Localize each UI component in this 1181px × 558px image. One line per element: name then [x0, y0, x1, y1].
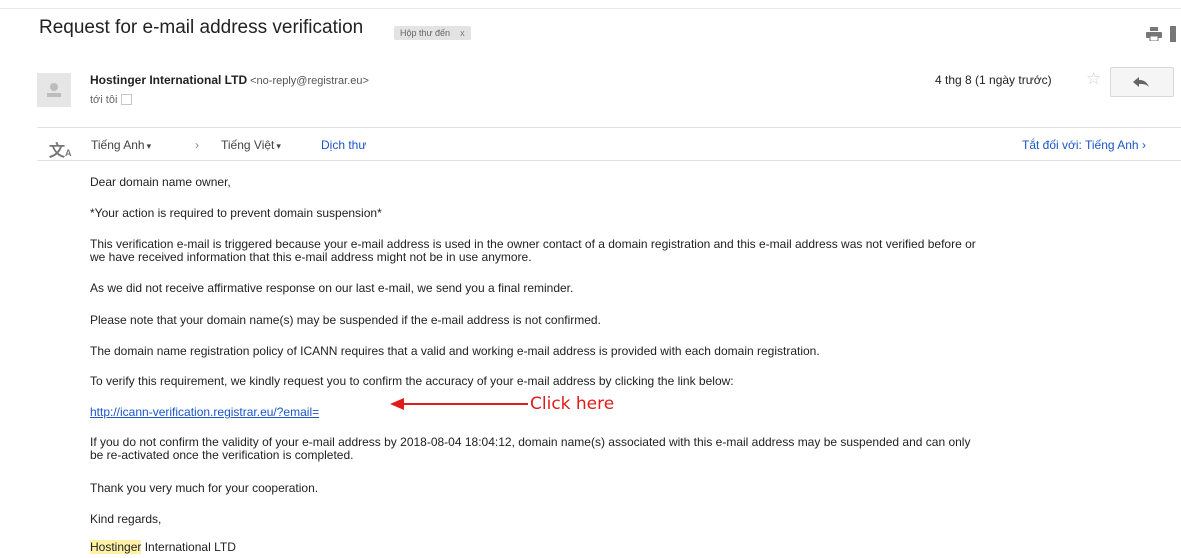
chevron-down-icon: ▾: [146, 141, 152, 151]
signature-rest: International LTD: [141, 540, 236, 554]
turn-off-translation-link[interactable]: Tắt đối với: Tiếng Anh ›: [1022, 138, 1146, 152]
person-icon: [47, 83, 61, 97]
turn-off-translation-label: Tắt đối với: Tiếng Anh: [1022, 138, 1139, 152]
sender-name: Hostinger International LTD: [90, 73, 248, 87]
translate-bar: [37, 127, 1181, 161]
email-date: 4 thg 8 (1 ngày trước): [935, 73, 1052, 87]
email-subject: Request for e-mail address verification: [39, 17, 364, 38]
translate-icon: 文A: [49, 143, 72, 160]
recipient-details-dropdown[interactable]: [121, 94, 133, 105]
body-confirm-line-1: If you do not confirm the validity of yo…: [90, 435, 971, 449]
annotation-arrow-icon: [390, 398, 528, 410]
language-arrow-icon: ›: [195, 138, 199, 152]
top-divider: [0, 8, 1181, 9]
verification-link[interactable]: http://icann-verification.registrar.eu/?…: [90, 405, 319, 419]
print-icon[interactable]: [1146, 27, 1162, 41]
body-signature: Hostinger International LTD: [90, 540, 236, 554]
target-language-label: Tiếng Việt: [221, 138, 275, 152]
signature-highlight: Hostinger: [90, 540, 142, 554]
click-here-annotation: Click here: [530, 394, 615, 414]
sender-email: <no-reply@registrar.eu>: [250, 75, 369, 87]
reply-button[interactable]: [1110, 67, 1174, 97]
inbox-label-chip[interactable]: Hộp thư đến x: [394, 26, 471, 40]
more-options-icon[interactable]: [1170, 26, 1176, 42]
sender-line: Hostinger International LTD <no-reply@reg…: [90, 73, 369, 87]
body-verification-line-1: This verification e-mail is triggered be…: [90, 237, 976, 251]
label-remove-icon[interactable]: x: [460, 28, 465, 38]
body-verification-line-2: we have received information that this e…: [90, 250, 532, 264]
inbox-label-text: Hộp thư đến: [400, 28, 451, 38]
target-language-select[interactable]: Tiếng Việt ▾: [221, 138, 281, 152]
body-icann-policy: The domain name registration policy of I…: [90, 344, 820, 358]
body-regards: Kind regards,: [90, 512, 162, 526]
recipient-line: tới tôi: [90, 94, 133, 106]
body-request: To verify this requirement, we kindly re…: [90, 374, 734, 388]
source-language-select[interactable]: Tiếng Anh ▾: [91, 138, 151, 152]
body-thanks: Thank you very much for your cooperation…: [90, 481, 319, 495]
body-reminder: As we did not receive affirmative respon…: [90, 281, 574, 295]
sender-avatar: [37, 73, 71, 107]
star-icon[interactable]: ☆: [1086, 69, 1101, 89]
chevron-down-icon: ▾: [276, 141, 281, 151]
body-greeting: Dear domain name owner,: [90, 175, 231, 189]
recipient-text: tới tôi: [90, 94, 118, 106]
body-confirm-line-2: be re-activated once the verification is…: [90, 448, 354, 462]
body-suspension-notice: Please note that your domain name(s) may…: [90, 313, 601, 327]
translate-message-link[interactable]: Dịch thư: [321, 138, 366, 152]
body-action-required: *Your action is required to prevent doma…: [90, 206, 382, 220]
source-language-label: Tiếng Anh: [91, 138, 145, 152]
reply-icon: [1133, 77, 1149, 87]
